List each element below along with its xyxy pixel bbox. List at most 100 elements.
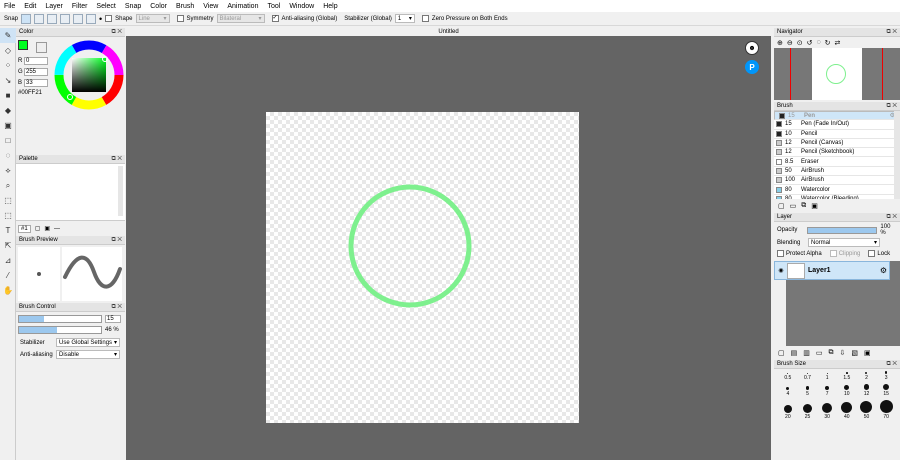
brush-item[interactable]: 12 Pencil (Canvas) — [774, 138, 900, 149]
current-color-swatch[interactable] — [18, 40, 28, 50]
stabilizer-select[interactable]: 1 ▾ — [394, 14, 415, 23]
folder-icon[interactable]: ▭ — [790, 202, 797, 210]
menu-item-brush[interactable]: Brush — [176, 3, 194, 10]
transform-icon[interactable]: ⬚ — [0, 208, 16, 223]
brush-size-option[interactable]: 3 — [876, 371, 896, 381]
brush-item[interactable]: 15 Pen (Fade In/Out) — [774, 120, 900, 130]
delete-palette-icon[interactable]: ▣ — [44, 225, 50, 232]
brush-size-option[interactable]: 10 — [837, 384, 857, 397]
bucket-icon[interactable]: ◆ — [0, 103, 16, 118]
delete-brush-icon[interactable]: ▣ — [811, 202, 818, 210]
brush-item[interactable]: 15 Pen ⚙ — [774, 111, 900, 121]
brush-size-option[interactable]: 25 — [798, 400, 818, 420]
fill-rect-icon[interactable]: ■ — [0, 88, 16, 103]
brush-size-option[interactable]: 5 — [798, 384, 818, 397]
menu-item-view[interactable]: View — [203, 3, 218, 10]
brush-item[interactable]: 50 AirBrush — [774, 166, 900, 177]
copy-brush-icon[interactable]: ⧉ — [801, 202, 806, 210]
snap-point-icon[interactable]: • — [99, 14, 102, 24]
brush-stabilizer-select[interactable]: Use Global Settings ▾ — [56, 338, 120, 347]
merge-down-icon[interactable]: ⇩ — [840, 349, 846, 357]
brush-list-scrollbar[interactable] — [894, 111, 900, 199]
select-rect-icon[interactable]: □ — [0, 133, 16, 148]
zoom-in-icon[interactable]: ⊕ — [777, 39, 783, 47]
menu-item-help[interactable]: Help — [323, 3, 337, 10]
brush-size-option[interactable]: 30 — [817, 400, 837, 420]
brush-item[interactable]: 8.5 Eraser — [774, 157, 900, 167]
canvas-tab[interactable]: Untitled — [126, 28, 771, 36]
rotate-reset-icon[interactable]: ◌ — [817, 39, 821, 46]
operation-icon[interactable]: ⇱ — [0, 238, 16, 253]
snap-cross-icon[interactable] — [47, 13, 58, 24]
duplicate-layer-icon[interactable]: ⧉ — [829, 349, 834, 357]
zoom-fit-icon[interactable]: ⊙ — [797, 39, 803, 47]
layer-opacity-slider[interactable] — [807, 226, 878, 234]
delete-layer-icon[interactable]: ▣ — [864, 349, 871, 357]
new-layer-1bit-icon[interactable]: ▥ — [803, 349, 810, 357]
snap-radial-icon[interactable] — [60, 13, 71, 24]
magic-wand-icon[interactable]: ⟡ — [0, 163, 16, 178]
symmetry-select[interactable]: Bilateral ▾ — [216, 14, 265, 23]
menu-item-edit[interactable]: Edit — [24, 3, 36, 10]
menu-item-select[interactable]: Select — [96, 3, 115, 10]
dot-tool-icon[interactable]: ⁘ — [0, 58, 16, 73]
new-brush-icon[interactable]: ▢ — [778, 202, 785, 210]
clipping-checkbox[interactable] — [829, 250, 837, 257]
menu-item-animation[interactable]: Animation — [227, 3, 258, 10]
protect-alpha-checkbox[interactable] — [777, 250, 784, 257]
gradation-tool-icon[interactable]: ↘ — [0, 73, 16, 88]
avatar-icon[interactable]: ☻ — [745, 41, 759, 55]
rotate-left-icon[interactable]: ↺ — [807, 39, 813, 47]
menu-item-color[interactable]: Color — [150, 3, 167, 10]
drawing-canvas[interactable] — [266, 112, 579, 423]
brush-size-option[interactable]: 2 — [857, 371, 877, 381]
brush-size-option[interactable]: 12 — [857, 384, 877, 397]
transparent-color-swatch[interactable] — [36, 42, 47, 53]
eyedropper-icon[interactable]: ⁄ — [0, 268, 16, 283]
palette-area[interactable] — [16, 164, 125, 221]
flip-icon[interactable]: ⇄ — [835, 39, 841, 47]
brush-item[interactable]: 10 Pencil — [774, 129, 900, 139]
new-layer-icon[interactable]: ▢ — [778, 349, 785, 357]
zoom-icon[interactable]: ⌕ — [0, 178, 16, 193]
lock-checkbox[interactable] — [868, 250, 876, 257]
add-palette-icon[interactable]: ▢ — [35, 225, 41, 232]
menu-item-snap[interactable]: Snap — [125, 3, 141, 10]
snap-grid-icon[interactable] — [21, 13, 32, 24]
menu-item-tool[interactable]: Tool — [267, 3, 280, 10]
new-layer-8bit-icon[interactable]: ▤ — [791, 349, 798, 357]
zoom-out-icon[interactable]: ⊖ — [787, 39, 793, 47]
panel-controls-icon[interactable]: ⧉ ✕ — [111, 304, 122, 311]
brush-item[interactable]: 12 Pencil (Sketchbook) — [774, 148, 900, 158]
brush-size-option[interactable]: 1 — [817, 371, 837, 381]
snap-lines-icon[interactable] — [34, 13, 45, 24]
brush-size-option[interactable]: 7 — [817, 384, 837, 397]
clear-layer-icon[interactable]: ▧ — [851, 349, 858, 357]
brush-size-option[interactable]: 50 — [857, 400, 877, 420]
menu-item-filter[interactable]: Filter — [72, 3, 88, 10]
panel-controls-icon[interactable]: ⧉ ✕ — [111, 237, 122, 244]
panel-controls-icon[interactable]: ⧉ ✕ — [111, 29, 122, 36]
g-input[interactable]: 255 — [24, 68, 48, 76]
navigator-preview[interactable] — [774, 48, 900, 100]
b-input[interactable]: 33 — [24, 79, 48, 87]
antialias-checkbox[interactable]: ✓ — [271, 15, 279, 22]
brush-size-slider[interactable] — [18, 315, 102, 323]
brush-size-option[interactable]: 4 — [778, 384, 798, 397]
panel-controls-icon[interactable]: ⧉ ✕ — [886, 361, 897, 368]
brush-size-option[interactable]: 1.5 — [837, 371, 857, 381]
snap-curve-icon[interactable] — [86, 13, 97, 24]
brush-size-value[interactable]: 15 — [105, 315, 121, 323]
more-icon[interactable]: — — [54, 226, 60, 232]
blending-select[interactable]: Normal ▾ — [808, 238, 880, 247]
brush-size-option[interactable]: 15 — [876, 383, 896, 397]
layer-settings-gear-icon[interactable]: ⚙ — [880, 266, 887, 275]
panel-controls-icon[interactable]: ⧉ ✕ — [886, 214, 897, 221]
snap-circle-icon[interactable] — [73, 13, 84, 24]
brush-size-option[interactable]: 70 — [876, 399, 896, 420]
move-icon[interactable]: ⬚ — [0, 193, 16, 208]
shape-select[interactable]: Line ▾ — [135, 14, 170, 23]
palette-page-select[interactable]: #1 — [18, 224, 31, 233]
brush-item[interactable]: 80 Watercolor (Bleeding) — [774, 194, 900, 199]
text-tool-icon[interactable]: T — [0, 223, 16, 238]
